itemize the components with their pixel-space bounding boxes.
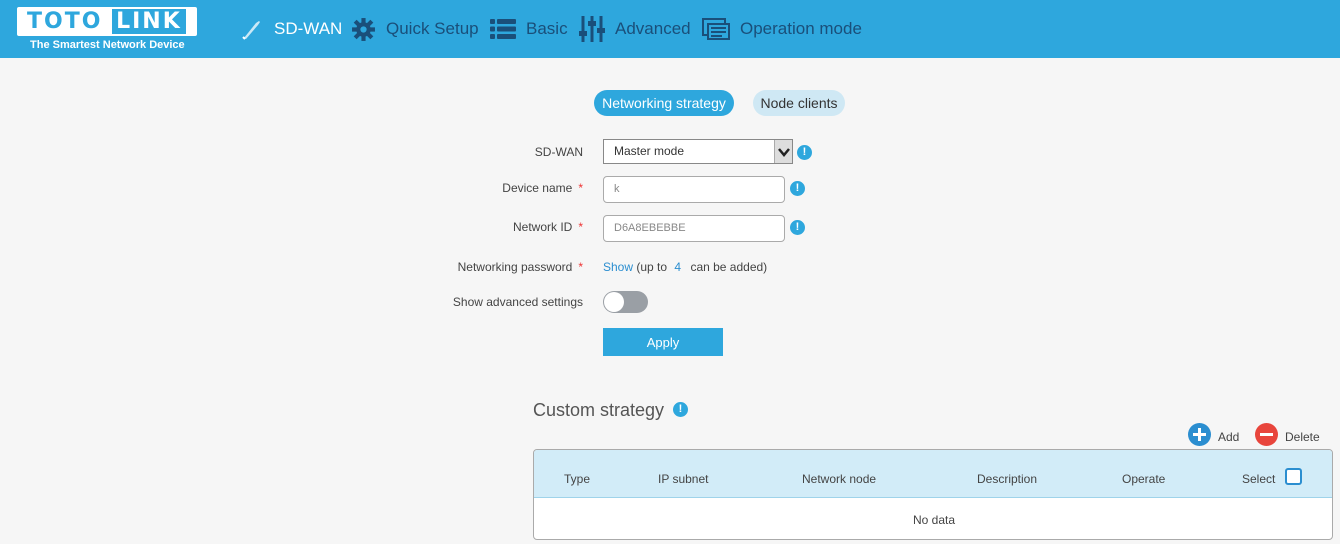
device-name-label: Device name * (502, 181, 583, 195)
column-header-type: Type (564, 472, 591, 486)
logo-left-text: TOTO (27, 9, 103, 34)
logo-box: TOTO LINK (17, 7, 197, 36)
nav-quick-setup[interactable]: Quick Setup (351, 0, 479, 58)
nav-basic[interactable]: Basic (490, 0, 568, 58)
column-header-operate: Operate (1122, 472, 1166, 486)
top-navigation-bar: TOTO LINK The Smartest Network Device SD… (0, 0, 1340, 58)
network-id-label: Network ID * (512, 220, 583, 234)
wrench-icon (240, 17, 264, 41)
nav-operation-mode[interactable]: Operation mode (702, 0, 862, 58)
gear-icon (351, 17, 376, 42)
minus-circle-icon (1255, 423, 1278, 446)
delete-button[interactable]: Delete (1255, 423, 1320, 446)
nav-advanced[interactable]: Advanced (579, 0, 691, 58)
password-count: 4 (674, 260, 682, 274)
networking-password-label: Networking password * (457, 260, 583, 274)
custom-strategy-title: Custom strategy (533, 400, 665, 420)
column-header-select: Select (1242, 472, 1276, 486)
table-empty-message: No data (912, 513, 956, 527)
totolink-logo[interactable]: TOTO LINK The Smartest Network Device (17, 7, 197, 53)
column-header-ip-subnet: IP subnet (658, 472, 709, 486)
select-all-checkbox[interactable] (1285, 468, 1302, 485)
apply-button[interactable]: Apply (603, 328, 723, 356)
column-header-description: Description (977, 472, 1038, 486)
logo-tagline: The Smartest Network Device (30, 39, 185, 51)
network-id-input[interactable]: D6A8EBEBBE (603, 215, 785, 242)
password-note-post: can be added) (690, 260, 768, 274)
advanced-settings-toggle[interactable] (603, 291, 648, 313)
chevron-down-icon (774, 140, 792, 163)
password-note-pre: (up to (636, 260, 668, 274)
sdwan-info-icon[interactable]: ! (797, 145, 812, 160)
mode-icon (702, 17, 730, 41)
list-icon (490, 17, 516, 41)
table-header: Type IP subnet Network node Description … (534, 450, 1332, 498)
sdwan-mode-value: Master mode (614, 144, 685, 158)
tab-node-clients[interactable]: Node clients (753, 90, 845, 116)
device-name-info-icon[interactable]: ! (790, 181, 805, 196)
nav-operation-mode-label: Operation mode (740, 19, 862, 38)
nav-quick-setup-label: Quick Setup (386, 19, 479, 38)
tab-networking-strategy[interactable]: Networking strategy (594, 90, 734, 116)
nav-basic-label: Basic (526, 19, 568, 38)
strategy-tabs: Networking strategy Node clients (0, 90, 1340, 116)
networking-password-row: Show (up to 4 can be added) (603, 260, 767, 274)
nav-sdwan-label: SD-WAN (274, 19, 343, 38)
show-advanced-settings-label: Show advanced settings (452, 295, 583, 309)
add-button[interactable]: Add (1188, 423, 1239, 446)
nav-advanced-label: Advanced (615, 19, 691, 38)
logo-right-text: LINK (112, 9, 186, 34)
custom-strategy-table: Type IP subnet Network node Description … (533, 449, 1333, 540)
network-id-info-icon[interactable]: ! (790, 220, 805, 235)
column-header-network-node: Network node (802, 472, 877, 486)
plus-circle-icon (1188, 423, 1211, 446)
sliders-icon (579, 15, 605, 43)
nav-sdwan[interactable]: SD-WAN (240, 0, 342, 58)
add-label: Add (1218, 430, 1240, 444)
delete-label: Delete (1285, 430, 1320, 444)
required-mark: * (578, 260, 583, 274)
sdwan-mode-select[interactable]: Master mode (603, 139, 793, 164)
toggle-knob (604, 292, 624, 312)
required-mark: * (578, 220, 583, 234)
required-mark: * (578, 181, 583, 195)
device-name-input[interactable]: k (603, 176, 785, 203)
show-password-link[interactable]: Show (603, 260, 633, 274)
custom-strategy-info-icon[interactable]: ! (673, 402, 688, 417)
sdwan-label: SD-WAN (534, 145, 583, 159)
